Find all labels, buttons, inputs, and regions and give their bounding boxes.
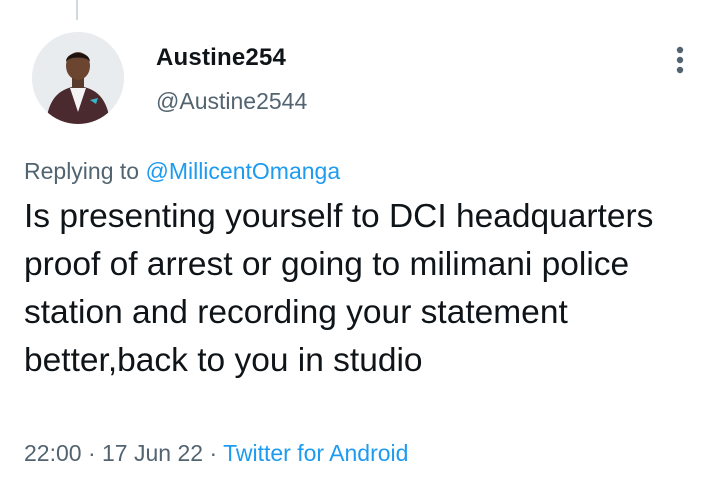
tweet-text: Is presenting yourself to DCI headquarte… bbox=[24, 198, 654, 379]
author-display-name[interactable]: Austine254 bbox=[156, 44, 286, 72]
tweet-source-link[interactable]: Twitter for Android bbox=[223, 440, 408, 466]
tweet-metadata: 22:00 · 17 Jun 22 · Twitter for Android bbox=[24, 440, 408, 467]
tweet-time[interactable]: 22:00 bbox=[24, 440, 82, 466]
tweet-date[interactable]: 17 Jun 22 bbox=[102, 440, 203, 466]
replying-to-label: Replying to bbox=[24, 158, 140, 184]
avatar[interactable] bbox=[32, 32, 124, 124]
meta-separator: · bbox=[87, 440, 96, 466]
thread-connector-line bbox=[76, 0, 78, 20]
avatar-photo bbox=[32, 32, 124, 124]
more-vertical-icon bbox=[676, 46, 684, 74]
replying-to-line: Replying to @MillicentOmanga bbox=[24, 158, 340, 185]
author-handle[interactable]: @Austine2544 bbox=[156, 88, 307, 115]
replying-to-mention[interactable]: @MillicentOmanga bbox=[145, 158, 340, 184]
more-options-button[interactable] bbox=[664, 40, 696, 80]
meta-separator: · bbox=[209, 440, 218, 466]
